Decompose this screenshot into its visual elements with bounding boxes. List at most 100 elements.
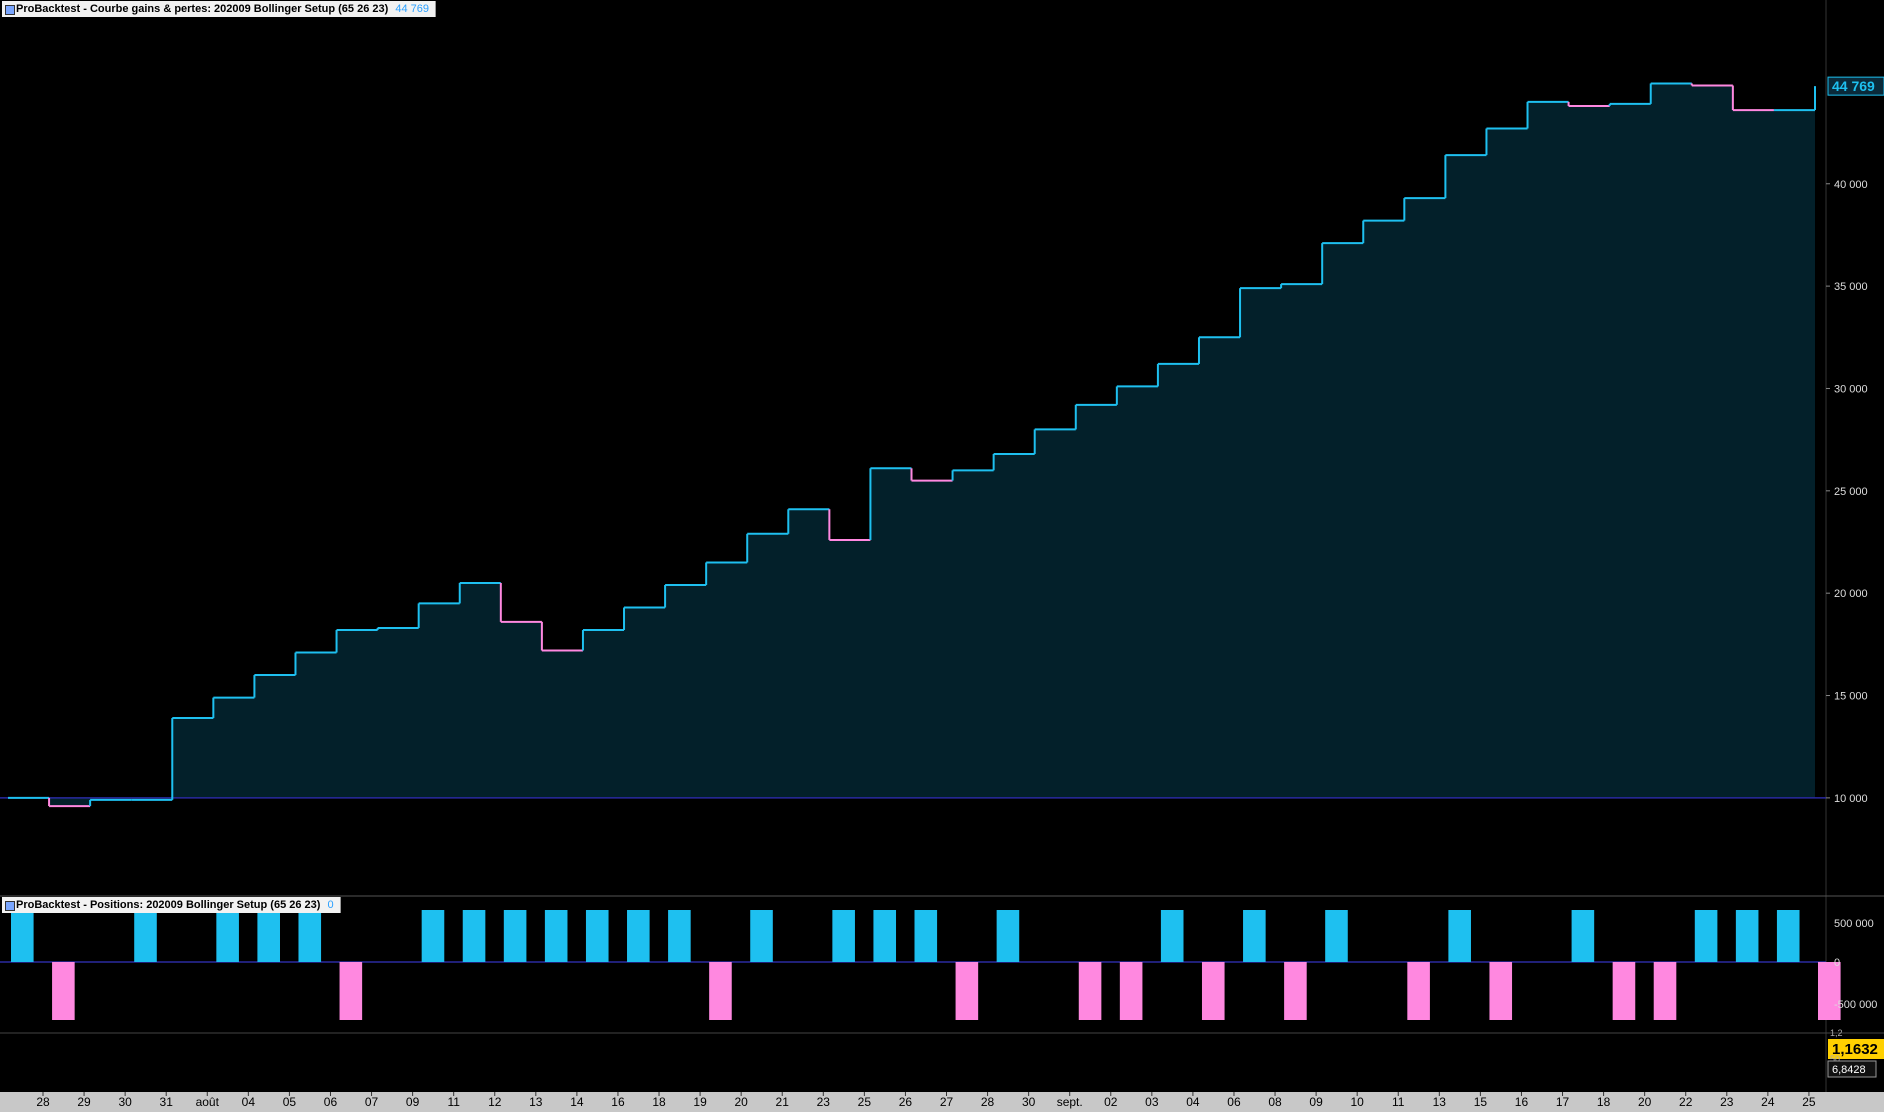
panel-color-icon xyxy=(5,5,15,15)
y-tick-label: 30 000 xyxy=(1834,383,1868,395)
positions-y-tick-label: 500 000 xyxy=(1834,918,1874,930)
position-bar-long xyxy=(503,910,527,962)
position-bar-long xyxy=(1735,910,1759,962)
positions-panel-title: ProBacktest - Positions: 202009 Bollinge… xyxy=(2,897,341,913)
x-tick-label: 11 xyxy=(1392,1095,1405,1109)
x-tick-label: 17 xyxy=(1556,1095,1570,1109)
position-bar-short xyxy=(1612,962,1636,1020)
y-tick-label: 25 000 xyxy=(1834,486,1868,498)
x-tick-label: sept. xyxy=(1057,1095,1083,1109)
position-bar-short xyxy=(1201,962,1225,1020)
last-value-label: 44 769 xyxy=(1832,78,1875,94)
x-tick-label: 18 xyxy=(652,1095,666,1109)
indicator-tick-top: 1,2 xyxy=(1830,1028,1843,1038)
position-bar-long xyxy=(996,910,1020,962)
x-tick-label: 23 xyxy=(1720,1095,1734,1109)
position-bar-long xyxy=(544,910,568,962)
x-tick-label: 13 xyxy=(1433,1095,1447,1109)
y-tick-label: 10 000 xyxy=(1834,793,1868,805)
position-bar-short xyxy=(339,962,363,1020)
position-bar-short xyxy=(1653,962,1677,1020)
x-tick-label: 27 xyxy=(940,1095,954,1109)
x-tick-label: 30 xyxy=(1022,1095,1036,1109)
x-tick-label: 20 xyxy=(1638,1095,1652,1109)
position-bar-long xyxy=(298,910,322,962)
x-tick-label: 08 xyxy=(1268,1095,1282,1109)
x-tick-label: 16 xyxy=(611,1095,625,1109)
indicator-value-b: 6,8428 xyxy=(1832,1064,1866,1076)
x-tick-label: 09 xyxy=(406,1095,420,1109)
x-tick-label: 12 xyxy=(488,1095,502,1109)
x-tick-label: 14 xyxy=(570,1095,584,1109)
positions-panel-title-text: ProBacktest - Positions: 202009 Bollinge… xyxy=(16,899,321,911)
x-tick-label: 15 xyxy=(1474,1095,1488,1109)
positions-y-tick-label: -500 000 xyxy=(1834,999,1877,1011)
x-tick-label: 10 xyxy=(1351,1095,1365,1109)
position-bar-short xyxy=(709,962,732,1020)
position-bar-long xyxy=(1571,910,1595,962)
position-bar-long xyxy=(1448,910,1471,962)
position-bar-short xyxy=(955,962,979,1020)
x-tick-label: 30 xyxy=(118,1095,132,1109)
x-tick-label: 23 xyxy=(817,1095,831,1109)
y-tick-label: 15 000 xyxy=(1834,691,1868,703)
position-bar-long xyxy=(1694,910,1718,962)
position-bar-long xyxy=(1243,910,1266,962)
position-bar-long xyxy=(668,910,691,962)
x-tick-label: 11 xyxy=(447,1095,460,1109)
positions-y-tick-label: 0 xyxy=(1834,957,1840,969)
position-bar-short xyxy=(1078,962,1102,1020)
position-bar-long xyxy=(873,910,897,962)
position-bar-short xyxy=(1119,962,1143,1020)
equity-panel-title: ProBacktest - Courbe gains & pertes: 202… xyxy=(2,1,437,17)
position-bar-long xyxy=(421,910,445,962)
position-bar-long xyxy=(627,910,650,962)
y-tick-label: 40 000 xyxy=(1834,179,1868,191)
x-tick-label: 26 xyxy=(899,1095,913,1109)
position-bar-long xyxy=(1325,910,1348,962)
position-bar-short xyxy=(1818,962,1841,1020)
equity-panel-last-value: 44 769 xyxy=(395,3,430,15)
x-tick-label: 24 xyxy=(1761,1095,1775,1109)
position-bar-long xyxy=(216,910,239,962)
position-bar-long xyxy=(11,910,34,962)
x-tick-label: 21 xyxy=(776,1095,790,1109)
position-bar-short xyxy=(1284,962,1307,1020)
x-tick-label: 19 xyxy=(693,1095,707,1109)
position-bar-long xyxy=(1160,910,1184,962)
x-tick-label: 04 xyxy=(1186,1095,1200,1109)
x-tick-label: 28 xyxy=(981,1095,995,1109)
position-bar-long xyxy=(462,910,486,962)
x-tick-label: 05 xyxy=(283,1095,297,1109)
equity-panel-title-text: ProBacktest - Courbe gains & pertes: 202… xyxy=(16,3,389,15)
chart-canvas: 10 000 15 000 20 000 25 000 30 000 35 000 40 0… xyxy=(0,0,1884,1112)
x-tick-label: 07 xyxy=(365,1095,379,1109)
position-bar-long xyxy=(134,910,157,962)
position-bar-short xyxy=(1489,962,1513,1020)
x-tick-label: 31 xyxy=(160,1095,174,1109)
position-bar-long xyxy=(914,910,938,962)
position-bar-long xyxy=(1776,910,1800,962)
y-axis-bg xyxy=(1826,0,1884,1112)
x-tick-label: 13 xyxy=(529,1095,543,1109)
x-tick-label: 04 xyxy=(242,1095,256,1109)
positions-panel-last-value: 0 xyxy=(327,899,334,911)
position-bar-long xyxy=(585,910,609,962)
x-tick-label: 22 xyxy=(1679,1095,1693,1109)
x-tick-label: 02 xyxy=(1104,1095,1118,1109)
position-bar-short xyxy=(1407,962,1430,1020)
x-tick-label: 03 xyxy=(1145,1095,1159,1109)
x-tick-label: 29 xyxy=(77,1095,91,1109)
x-tick-label: 20 xyxy=(734,1095,748,1109)
position-bar-long xyxy=(257,910,280,962)
y-tick-label: 35 000 xyxy=(1834,281,1868,293)
panel-color-icon xyxy=(5,901,15,911)
x-tick-label: 06 xyxy=(324,1095,338,1109)
position-bar-short xyxy=(52,962,75,1020)
x-tick-label: 16 xyxy=(1515,1095,1529,1109)
position-bar-long xyxy=(832,910,855,962)
x-tick-label: 06 xyxy=(1227,1095,1241,1109)
position-bar-long xyxy=(750,910,773,962)
y-tick-label: 20 000 xyxy=(1834,588,1868,600)
x-tick-label: 18 xyxy=(1597,1095,1611,1109)
